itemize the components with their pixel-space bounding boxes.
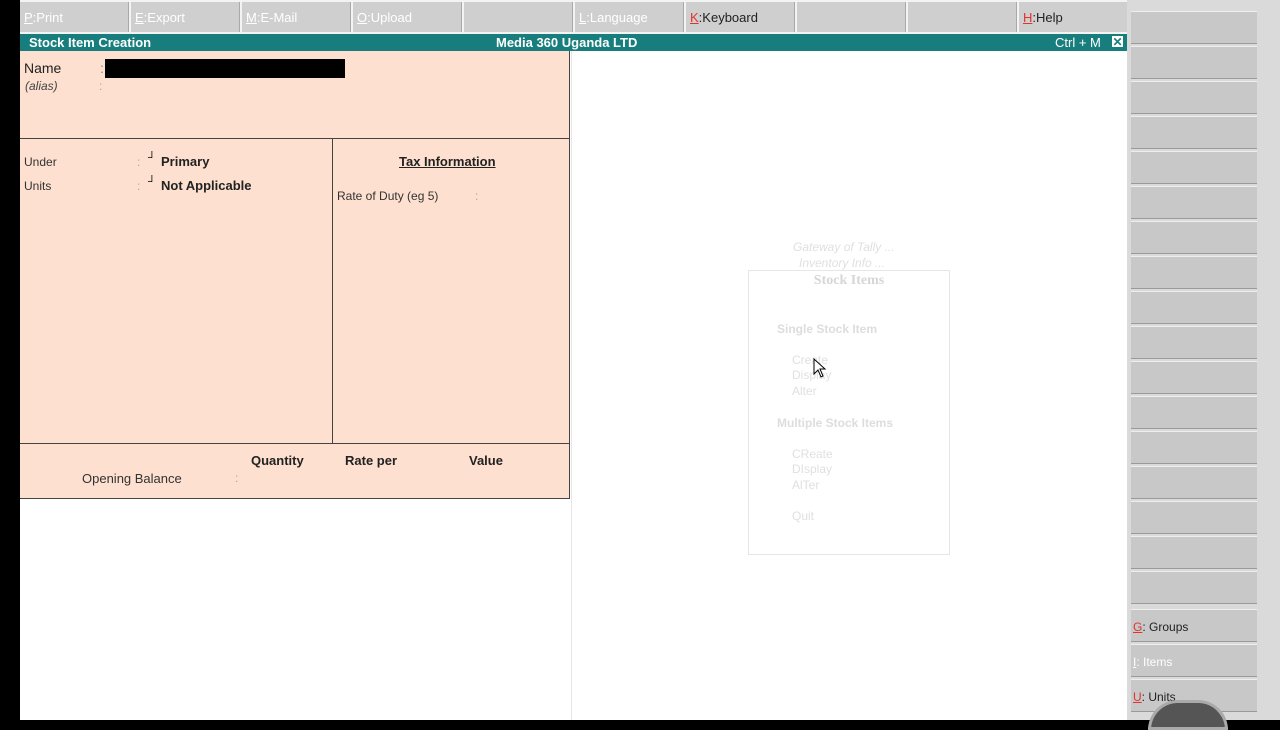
groups-label: Groups (1149, 620, 1189, 634)
units-marker-icon: ┘ (148, 176, 156, 188)
sidebar-blank-6[interactable] (1131, 186, 1257, 219)
help-button[interactable]: H: Help (1019, 2, 1128, 32)
groups-hotkey: G (1133, 620, 1143, 634)
language-hotkey: L (579, 9, 587, 25)
under-marker-icon: ┘ (148, 152, 156, 164)
menu-multi-display[interactable]: DIsplay (792, 462, 832, 476)
tax-section: Tax Information Rate of Duty (eg 5) : (333, 139, 570, 444)
export-button[interactable]: E: Export (131, 2, 240, 32)
sidebar-blank-14[interactable] (1131, 466, 1257, 499)
print-hotkey: P (24, 9, 33, 25)
sidebar-blank-7[interactable] (1131, 221, 1257, 254)
export-hotkey: E (135, 9, 144, 25)
keyboard-hotkey: K (690, 9, 699, 25)
print-label: Print (36, 9, 64, 25)
inventory-caption: Inventory Info ... (799, 256, 886, 270)
sidebar-blank-16[interactable] (1131, 536, 1257, 569)
menu-multi-create[interactable]: CReate (792, 447, 833, 461)
panel-divider (571, 51, 572, 720)
close-icon[interactable]: ✕ (1111, 35, 1124, 49)
tax-information-heading: Tax Information (399, 154, 496, 169)
classification-section: Under : ┘ Primary Units : ┘ Not Applicab… (20, 139, 333, 444)
sidebar-blank-13[interactable] (1131, 431, 1257, 464)
menu-alter[interactable]: Alter (792, 384, 817, 398)
units-label: Units (24, 179, 52, 193)
button-bar: G: Groups I: Items U: Units (1127, 0, 1280, 720)
upload-hotkey: O (357, 9, 368, 25)
opening-balance-section: Quantity Rate per Value Opening Balance … (20, 444, 570, 499)
company-shortcut: Ctrl + M (1055, 35, 1101, 50)
groups-button[interactable]: G: Groups (1131, 609, 1257, 642)
name-label: Name (24, 60, 62, 76)
quantity-header: Quantity (251, 453, 304, 468)
export-label: Export (147, 9, 185, 25)
screen-title: Stock Item Creation (29, 35, 152, 50)
keyboard-label: Keyboard (702, 9, 758, 25)
alias-label: (alias) (25, 79, 58, 93)
upload-label: Upload (370, 9, 412, 25)
sidebar-blank-1[interactable] (1131, 11, 1257, 44)
under-colon: : (137, 155, 141, 169)
menu-quit[interactable]: Quit (792, 509, 814, 523)
toolbar-blank-1[interactable] (464, 2, 573, 32)
sidebar-blank-9[interactable] (1131, 291, 1257, 324)
title-bar: Stock Item Creation Media 360 Uganda LTD… (20, 34, 1127, 51)
language-label: Language (589, 9, 648, 25)
rate-of-duty-field[interactable]: : (475, 189, 478, 203)
toolbar-blank-2[interactable] (797, 2, 906, 32)
company-name: Media 360 Uganda LTD (496, 35, 638, 50)
name-section: Name : (alias) : (20, 51, 570, 139)
value-header: Value (469, 453, 503, 468)
units-hotkey: U (1133, 690, 1142, 704)
under-label: Under (24, 155, 57, 169)
name-input[interactable] (105, 59, 345, 78)
sidebar-blank-11[interactable] (1131, 361, 1257, 394)
menu-multi-alter[interactable]: AlTer (792, 478, 819, 492)
sidebar-blank-5[interactable] (1131, 151, 1257, 184)
email-hotkey: M (246, 9, 257, 25)
alias-colon[interactable]: : (99, 79, 102, 93)
opening-balance-label: Opening Balance (82, 471, 182, 486)
help-hotkey: H (1023, 9, 1033, 25)
sidebar-blank-8[interactable] (1131, 256, 1257, 289)
under-value[interactable]: Primary (161, 154, 209, 169)
units-colon: : (137, 179, 141, 193)
email-label: E-Mail (260, 9, 298, 25)
keyboard-button[interactable]: K: Keyboard (686, 2, 795, 32)
stock-items-title: Stock Items (813, 273, 885, 288)
sidebar-blank-12[interactable] (1131, 396, 1257, 429)
email-button[interactable]: M: E-Mail (242, 2, 351, 32)
rate-per-header: Rate per (345, 453, 398, 468)
groups-colon: : (1142, 620, 1150, 634)
single-stock-item-heading: Single Stock Item (777, 322, 878, 336)
name-colon: : (100, 60, 104, 76)
sidebar-blank-17[interactable] (1131, 571, 1257, 604)
opening-balance-field[interactable]: : (235, 471, 238, 485)
sidebar-blank-3[interactable] (1131, 81, 1257, 114)
upload-button[interactable]: O: Upload (353, 2, 462, 32)
main-area: Name : (alias) : Under : ┘ Primary Units… (20, 51, 1127, 720)
language-button[interactable]: L: Language (575, 2, 684, 32)
items-colon: : (1136, 655, 1144, 669)
sidebar-blank-15[interactable] (1131, 501, 1257, 534)
top-toolbar: P: Print E: Export M: E-Mail O: Upload L… (20, 0, 1128, 34)
mouse-pointer-icon (813, 358, 827, 378)
print-button[interactable]: P: Print (20, 2, 129, 32)
stock-items-menu: Stock Items Single Stock Item Create Dis… (748, 270, 950, 555)
units-value[interactable]: Not Applicable (161, 178, 252, 193)
sidebar-blank-2[interactable] (1131, 46, 1257, 79)
items-button[interactable]: I: Items (1131, 644, 1257, 677)
sidebar-blank-4[interactable] (1131, 116, 1257, 149)
gateway-caption: Gateway of Tally ... (793, 240, 895, 254)
toolbar-blank-3[interactable] (908, 2, 1017, 32)
help-label: Help (1036, 9, 1063, 25)
multiple-stock-items-heading: Multiple Stock Items (777, 416, 894, 430)
items-label: Items (1143, 655, 1173, 669)
rate-of-duty-label: Rate of Duty (eg 5) (337, 189, 439, 203)
sidebar-blank-10[interactable] (1131, 326, 1257, 359)
